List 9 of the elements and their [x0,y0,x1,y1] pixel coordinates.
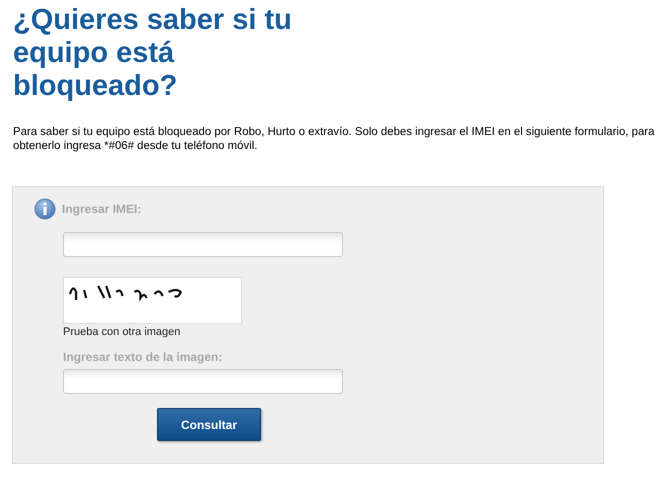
intro-text: Para saber si tu equipo está bloqueado por Robo, Hurto o extravío. Solo debes ingresar el IMEI en el siguiente formulario, para obtenerlo ingresa *#06# desde tu teléfono móvil. [13,125,656,153]
refresh-captcha-link[interactable]: Prueba con otra imagen [63,326,180,338]
field-label: Ingresar IMEI: [62,202,142,216]
field-label: Ingresar texto de la imagen: [63,350,222,364]
captcha-input[interactable] [63,369,343,394]
page-heading: ¿Quieres saber si tu equipo está bloqueado? [13,4,293,103]
submit-button[interactable]: Consultar [157,408,261,441]
imei-input[interactable] [63,232,343,257]
info-icon [34,198,56,220]
